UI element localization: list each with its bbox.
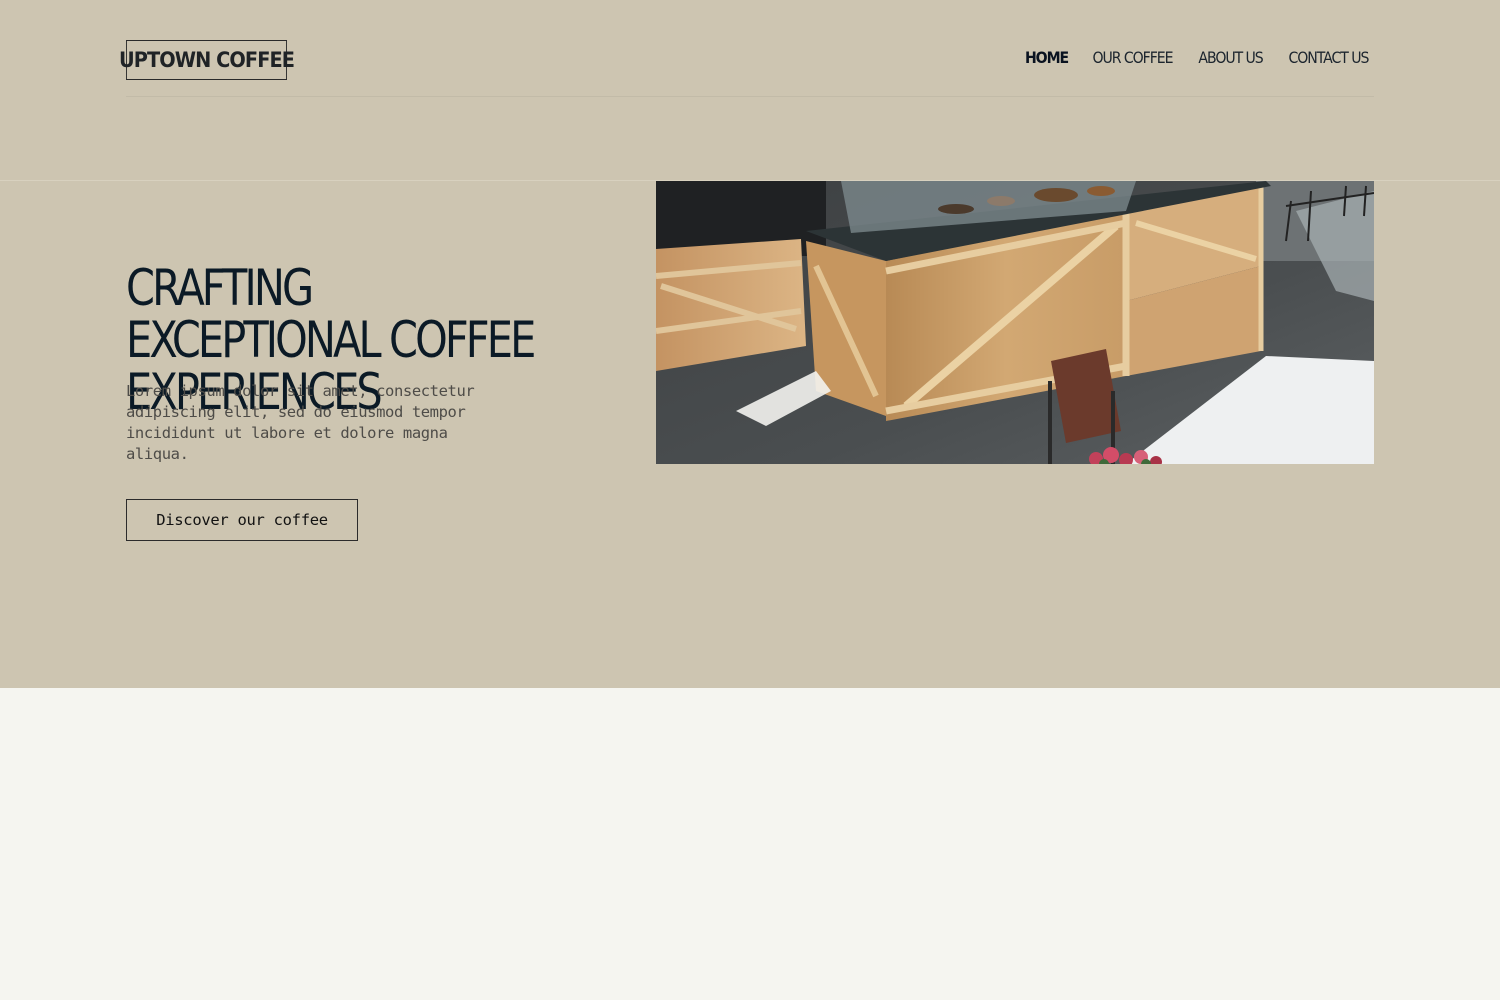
discover-coffee-button[interactable]: Discover our coffee: [126, 499, 358, 541]
nav-item-contact-us[interactable]: CONTACT US: [1289, 48, 1370, 67]
lower-content-section: [0, 688, 1500, 1000]
site-logo[interactable]: UPTOWN COFFEE: [119, 40, 295, 80]
header-divider: [126, 96, 1374, 97]
site-header: UPTOWN COFFEE HOME OUR COFFEE ABOUT US C…: [0, 0, 1500, 181]
nav-item-about-us[interactable]: ABOUT US: [1198, 48, 1263, 67]
main-nav: HOME OUR COFFEE ABOUT US CONTACT US: [1022, 48, 1374, 67]
hero-description: Lorem ipsum dolor sit amet, consectetur …: [126, 382, 475, 463]
nav-item-home[interactable]: HOME: [1025, 48, 1069, 67]
nav-item-our-coffee[interactable]: OUR COFFEE: [1093, 48, 1174, 67]
cafe-interior-image: [656, 181, 1374, 464]
